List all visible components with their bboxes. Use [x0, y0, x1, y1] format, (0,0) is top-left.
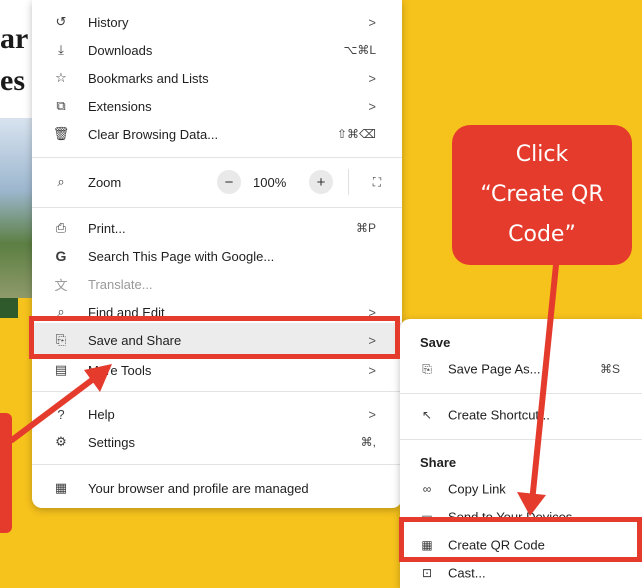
annotation-arrows: [9, 262, 559, 516]
arrow-left-head: [84, 364, 112, 392]
arrow-left-line: [9, 371, 103, 443]
arrow-qr-head: [517, 492, 546, 516]
arrow-qr-line: [529, 262, 559, 505]
